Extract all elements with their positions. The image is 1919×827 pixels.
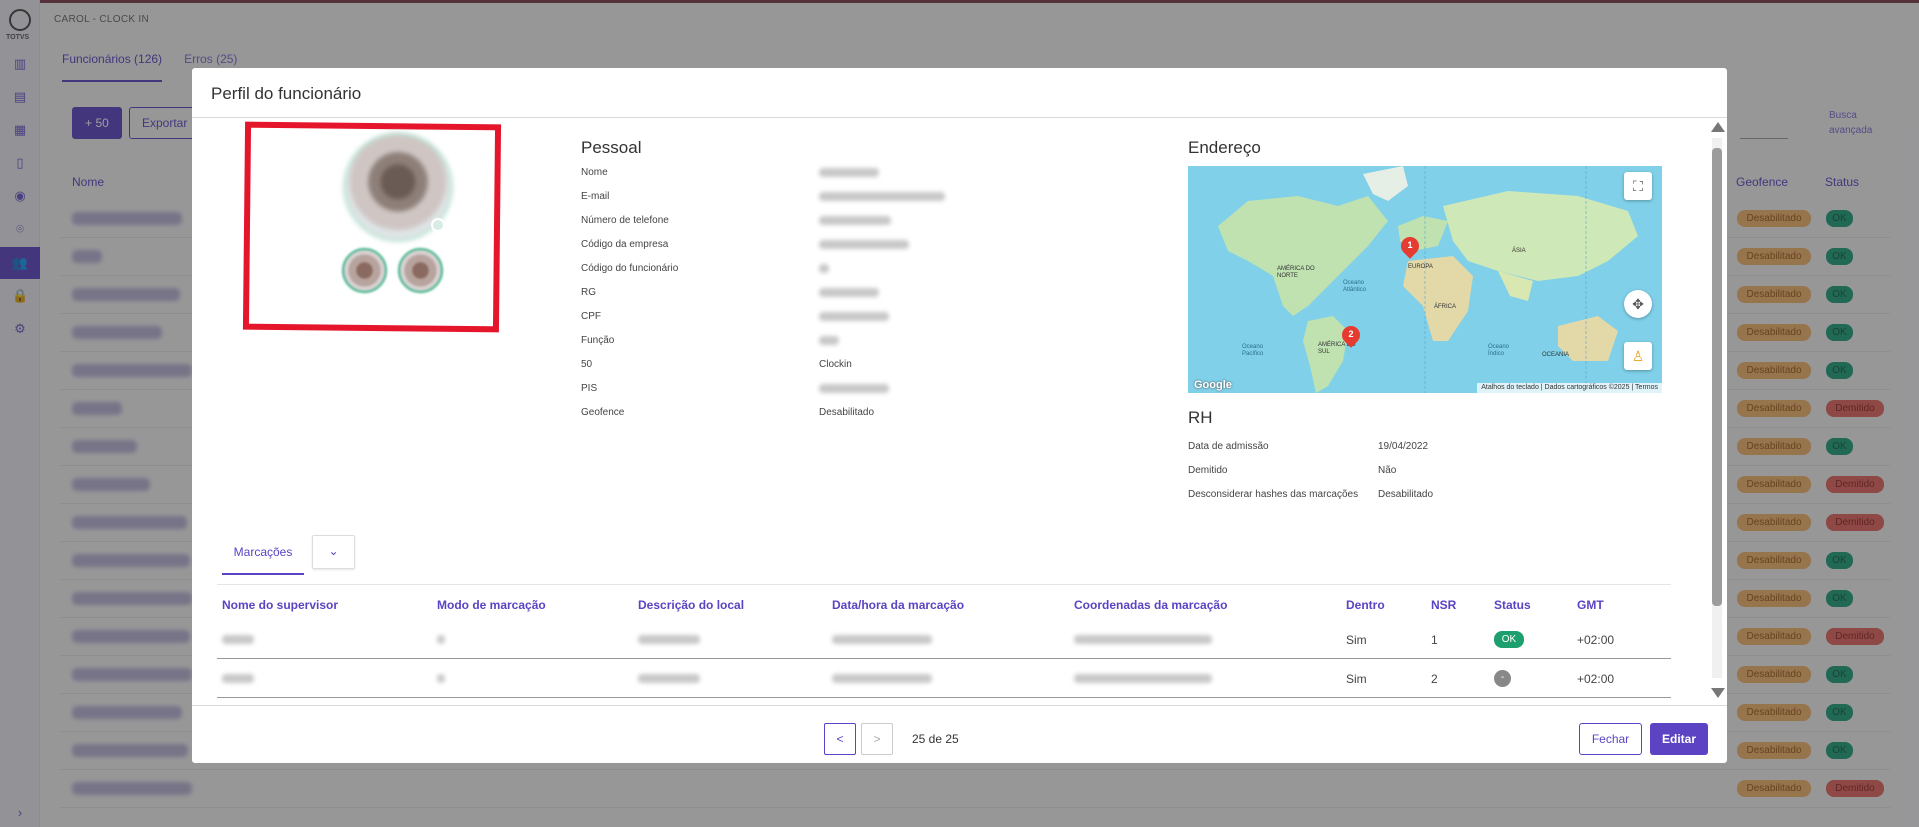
scroll-up-icon[interactable] <box>1711 122 1725 132</box>
modal-scrollbar[interactable] <box>1709 122 1725 698</box>
face-photo-thumbnail[interactable] <box>398 248 443 293</box>
field-value-geofence: Desabilitado <box>819 407 875 418</box>
map-label-oceania: OCEANIA <box>1542 352 1570 358</box>
field-label-phone: Número de telefone <box>581 215 669 226</box>
field-value-phone-blurred <box>819 216 891 225</box>
previous-page-button[interactable]: < <box>824 723 856 755</box>
field-value-cpf-blurred <box>819 312 889 321</box>
field-value-email-blurred <box>819 192 945 201</box>
field-value-funcao-blurred <box>819 336 839 345</box>
map-label-africa: ÁFRICA <box>1434 304 1457 310</box>
field-label-funcao: Função <box>581 335 615 346</box>
chevron-down-icon[interactable]: ⌄ <box>312 535 355 569</box>
pagination-text: 25 de 25 <box>912 732 959 746</box>
field-label-pis: PIS <box>581 383 598 394</box>
cell-gmt: +02:00 <box>1577 672 1615 686</box>
field-label-demitido: Demitido <box>1188 465 1228 476</box>
cell-dentro: Sim <box>1346 672 1367 686</box>
field-value-rg-blurred <box>819 288 879 297</box>
table-row[interactable]: Sim 1 OK +02:00 <box>217 620 1671 659</box>
map-attribution[interactable]: Atalhos do teclado | Dados cartográficos… <box>1477 383 1662 393</box>
map-label-asia: ÁSIA <box>1512 248 1526 254</box>
field-label-cpf: CPF <box>581 311 601 322</box>
employee-profile-modal: Perfil do funcionário Pessoal Nome E-mai… <box>192 68 1727 763</box>
blurred-coordinates <box>1074 674 1212 683</box>
blurred-mode <box>437 674 445 683</box>
column-header-nsr[interactable]: NSR <box>1431 598 1456 612</box>
field-label-admission-date: Data de admissão <box>1188 441 1269 452</box>
blurred-mode <box>437 635 445 644</box>
street-view-pegman-icon[interactable]: ♙ <box>1624 342 1652 370</box>
address-map[interactable]: AMÉRICA DO NORTE Oceano Atlântico EUROPA… <box>1188 166 1662 393</box>
column-header-status[interactable]: Status <box>1494 598 1531 612</box>
field-label-rg: RG <box>581 287 596 298</box>
column-header-supervisor[interactable]: Nome do supervisor <box>222 598 338 612</box>
map-label-atlantic: Oceano Atlântico <box>1343 280 1367 293</box>
table-top-border <box>217 584 1671 585</box>
cell-nsr: 2 <box>1431 672 1438 686</box>
section-title-pessoal: Pessoal <box>581 138 642 157</box>
world-map-graphic <box>1218 166 1638 393</box>
section-title-rh: RH <box>1188 408 1213 427</box>
map-label-north-america: AMÉRICA DO NORTE <box>1277 266 1315 279</box>
blurred-location <box>638 674 700 683</box>
map-marker-2-label: 2 <box>1348 329 1354 339</box>
blurred-datetime <box>832 674 932 683</box>
field-label-employee-code: Código do funcionário <box>581 263 679 274</box>
modal-body: Pessoal Nome E-mail Número de telefone C… <box>192 118 1727 708</box>
map-pan-control-icon[interactable]: ✥ <box>1624 290 1652 318</box>
map-label-indian: Oceano Índico <box>1488 344 1510 357</box>
map-marker-1-label: 1 <box>1407 240 1413 250</box>
field-value-employee-code-blurred <box>819 264 829 273</box>
column-header-coordinates[interactable]: Coordenadas da marcação <box>1074 598 1227 612</box>
field-label-nome: Nome <box>581 167 608 178</box>
tab-marcacoes[interactable]: Marcações <box>222 535 304 575</box>
table-row[interactable]: Sim 2 - +02:00 <box>217 659 1671 698</box>
column-header-location[interactable]: Descrição do local <box>638 598 744 612</box>
column-header-datetime[interactable]: Data/hora da marcação <box>832 598 964 612</box>
blurred-datetime <box>832 635 932 644</box>
cell-dentro: Sim <box>1346 633 1367 647</box>
status-badge-ok: OK <box>1494 631 1524 648</box>
field-value-demitido: Não <box>1378 465 1397 476</box>
blurred-supervisor <box>222 674 254 683</box>
field-value-nome-blurred <box>819 168 879 177</box>
field-label-company-code: Código da empresa <box>581 239 669 250</box>
field-label-50: 50 <box>581 359 593 370</box>
field-value-50: Clockin <box>819 359 852 370</box>
blurred-supervisor <box>222 635 254 644</box>
map-label-europe: EUROPA <box>1408 264 1433 270</box>
next-page-button[interactable]: > <box>861 723 893 755</box>
scrollbar-thumb[interactable] <box>1712 148 1722 606</box>
avatar-status-dot <box>431 218 445 232</box>
column-header-dentro[interactable]: Dentro <box>1346 598 1385 612</box>
modal-header: Perfil do funcionário <box>192 68 1727 118</box>
field-label-ignore-hashes: Desconsiderar hashes das marcações <box>1188 489 1359 500</box>
field-value-admission-date: 19/04/2022 <box>1378 441 1429 452</box>
edit-button[interactable]: Editar <box>1650 723 1708 755</box>
modal-footer: < > 25 de 25 Fechar Editar <box>192 705 1727 763</box>
blurred-location <box>638 635 700 644</box>
column-header-gmt[interactable]: GMT <box>1577 598 1604 612</box>
modal-title: Perfil do funcionário <box>211 84 362 103</box>
close-button[interactable]: Fechar <box>1579 723 1642 755</box>
section-title-endereco: Endereço <box>1188 138 1261 157</box>
field-value-ignore-hashes: Desabilitado <box>1378 489 1434 500</box>
map-label-pacific: Oceano Pacífico <box>1242 344 1264 357</box>
field-value-pis-blurred <box>819 384 889 393</box>
field-label-email: E-mail <box>581 191 610 202</box>
column-header-mode[interactable]: Modo de marcação <box>437 598 546 612</box>
google-logo: Google <box>1194 379 1232 391</box>
blurred-coordinates <box>1074 635 1212 644</box>
cell-gmt: +02:00 <box>1577 633 1615 647</box>
face-photo-thumbnail[interactable] <box>342 248 387 293</box>
fullscreen-icon[interactable]: ⛶ <box>1624 172 1652 200</box>
scroll-down-icon[interactable] <box>1711 688 1725 698</box>
field-label-geofence: Geofence <box>581 407 625 418</box>
status-badge-pending: - <box>1494 670 1511 687</box>
field-value-company-code-blurred <box>819 240 909 249</box>
cell-nsr: 1 <box>1431 633 1438 647</box>
